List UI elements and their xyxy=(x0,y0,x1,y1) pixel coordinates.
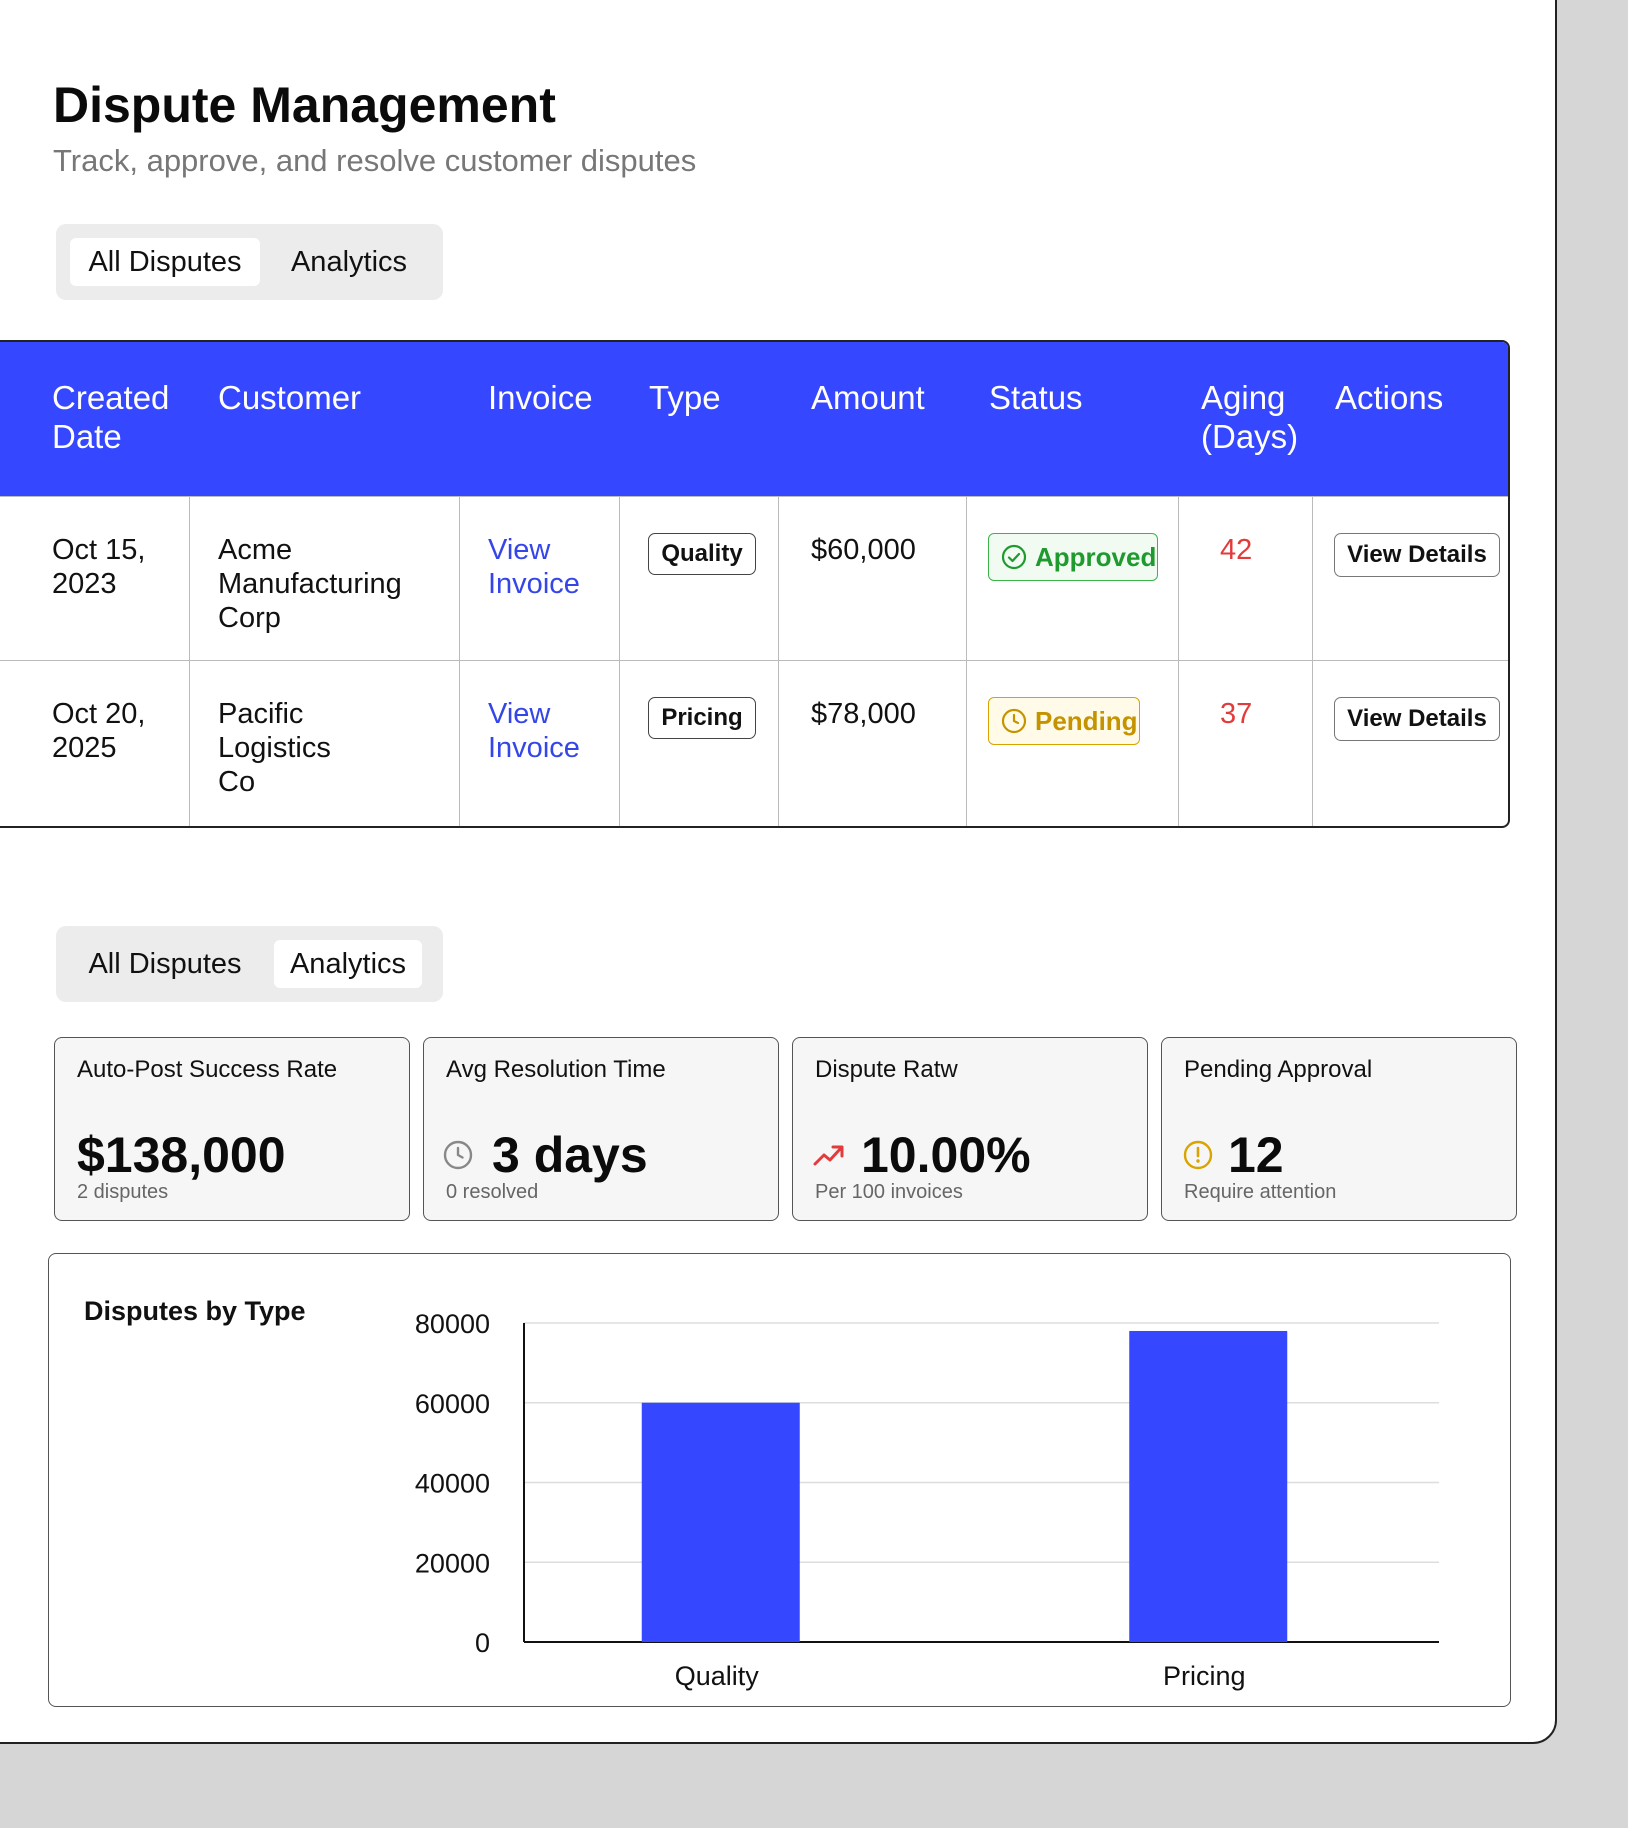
y-tick-label: 40000 xyxy=(415,1469,490,1499)
y-tick-label: 60000 xyxy=(415,1389,490,1419)
amount-cell: $78,000 xyxy=(811,698,916,730)
stat-subtext: 2 disputes xyxy=(77,1181,169,1203)
column-header-actions: Actions xyxy=(1335,379,1444,416)
table-row: Oct 20, 2025 Pacific Logistics Co View I… xyxy=(0,660,1508,824)
column-header-status[interactable]: Status xyxy=(989,378,1083,417)
aging-cell: 37 xyxy=(1220,698,1253,730)
check-circle-icon xyxy=(1001,544,1027,570)
disputes-table: Created Date Customer Invoice Type Amoun… xyxy=(0,340,1510,828)
column-header-amount[interactable]: Amount xyxy=(811,378,925,417)
type-badge: Pricing xyxy=(648,697,756,739)
bar-quality xyxy=(641,1402,800,1642)
stat-title: Dispute Ratw xyxy=(815,1056,958,1083)
created-date-cell: Oct 15, 2023 xyxy=(52,534,146,600)
x-tick-label: Pricing xyxy=(1163,1661,1246,1691)
table-row: Oct 15, 2023 Acme Manufacturing Corp Vie… xyxy=(0,496,1508,660)
stat-value: 3 days xyxy=(492,1127,648,1183)
stat-title: Avg Resolution Time xyxy=(446,1056,666,1083)
stat-card-dispute-rate: Dispute Ratw 10.00% Per 100 invoices xyxy=(792,1037,1148,1221)
tab-bar: All Disputes Analytics xyxy=(56,224,443,300)
stat-title: Pending Approval xyxy=(1184,1056,1373,1083)
status-badge-pending: Pending xyxy=(988,697,1140,745)
customer-cell: Pacific Logistics Co xyxy=(218,698,331,798)
stat-card-avg-resolution: Avg Resolution Time 3 days 0 resolved xyxy=(423,1037,779,1221)
created-date-cell: Oct 20, 2025 xyxy=(52,698,146,764)
view-details-button[interactable]: View Details xyxy=(1334,533,1500,577)
column-header-invoice[interactable]: Invoice xyxy=(488,378,593,417)
table-header: Created Date Customer Invoice Type Amoun… xyxy=(0,342,1508,496)
stat-subtext: 0 resolved xyxy=(446,1181,539,1203)
view-invoice-link[interactable]: View Invoice xyxy=(488,533,598,601)
column-header-aging[interactable]: Aging (Days) xyxy=(1201,378,1311,456)
tab-all-disputes[interactable]: All Disputes xyxy=(70,238,260,286)
clock-icon xyxy=(1001,708,1027,734)
stat-value: $138,000 xyxy=(77,1127,286,1183)
tab-analytics[interactable]: Analytics xyxy=(274,940,422,988)
view-details-button[interactable]: View Details xyxy=(1334,697,1500,741)
tab-all-disputes[interactable]: All Disputes xyxy=(70,940,260,988)
y-tick-label: 20000 xyxy=(415,1548,490,1578)
x-tick-label: Quality xyxy=(675,1661,760,1691)
stat-title: Auto-Post Success Rate xyxy=(77,1056,338,1083)
stat-value: 10.00% xyxy=(861,1127,1031,1183)
column-header-created-date[interactable]: Created Date xyxy=(52,378,202,456)
stat-value: 12 xyxy=(1228,1127,1284,1183)
column-header-customer[interactable]: Customer xyxy=(218,378,361,417)
y-tick-label: 0 xyxy=(475,1628,490,1658)
column-header-type[interactable]: Type xyxy=(649,378,721,417)
y-tick-label: 80000 xyxy=(415,1309,490,1339)
page-subtitle: Track, approve, and resolve customer dis… xyxy=(53,143,697,178)
page-title: Dispute Management xyxy=(53,77,556,133)
status-label: Approved xyxy=(1035,541,1157,572)
bar-chart: 0 20000 40000 60000 80000 Quality Pricing xyxy=(415,1309,1439,1691)
customer-cell: Acme Manufacturing Corp xyxy=(218,534,402,634)
view-invoice-link[interactable]: View Invoice xyxy=(488,697,598,765)
type-badge: Quality xyxy=(648,533,756,575)
stat-card-pending-approval: Pending Approval 12 Require attention xyxy=(1161,1037,1517,1221)
aging-cell: 42 xyxy=(1220,534,1253,566)
stat-card-auto-post: Auto-Post Success Rate $138,000 2 disput… xyxy=(54,1037,410,1221)
status-badge-approved: Approved xyxy=(988,533,1158,581)
stat-subtext: Require attention xyxy=(1184,1181,1337,1203)
trending-up-icon xyxy=(813,1145,844,1166)
bar-pricing xyxy=(1129,1330,1288,1642)
amount-cell: $60,000 xyxy=(811,534,916,566)
status-label: Pending xyxy=(1035,705,1138,736)
tab-bar: All Disputes Analytics xyxy=(56,926,443,1002)
alert-circle-icon xyxy=(1183,1140,1213,1170)
stat-subtext: Per 100 invoices xyxy=(815,1181,963,1203)
tab-analytics[interactable]: Analytics xyxy=(268,238,430,286)
main-panel: Dispute Management Track, approve, and r… xyxy=(0,0,1557,1744)
disputes-by-type-chart: Disputes by Type 0 20000 40000 60000 80000 Qu… xyxy=(48,1253,1511,1707)
clock-icon xyxy=(443,1140,473,1170)
